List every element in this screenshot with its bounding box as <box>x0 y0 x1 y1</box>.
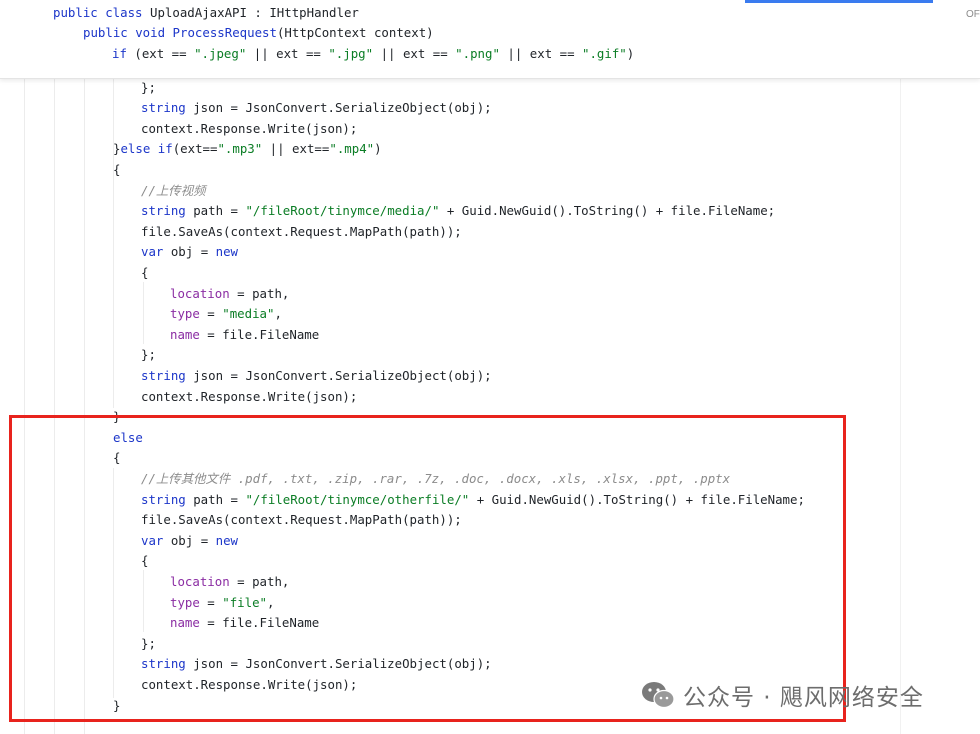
code-line: name = file.FileName <box>170 325 319 345</box>
code-token: json = JsonConvert.SerializeObject(obj); <box>185 100 492 115</box>
code-token: obj = <box>163 244 216 259</box>
code-line: string json = JsonConvert.SerializeObjec… <box>141 98 492 118</box>
code-line: type = "media", <box>170 304 282 324</box>
code-token: }; <box>141 347 156 362</box>
code-token: ".jpg" <box>328 46 374 61</box>
code-token: || ext == <box>246 46 329 61</box>
code-line: { <box>113 160 120 180</box>
highlight-annotation-box <box>9 415 846 722</box>
code-token: || ext == <box>499 46 582 61</box>
code-token: ProcessRequest <box>172 25 277 40</box>
code-line: //上传视频 <box>141 181 205 201</box>
code-token: string <box>141 203 186 218</box>
indent-guide <box>143 282 144 344</box>
code-token: context.Response.Write(json); <box>141 121 358 136</box>
code-token: ".jpeg" <box>194 46 247 61</box>
code-token: (ext== <box>172 141 218 156</box>
indent-guide <box>113 78 114 408</box>
code-token: ".png" <box>455 46 500 61</box>
code-token: public void <box>83 25 166 40</box>
wechat-icon <box>642 682 675 709</box>
code-token: //上传视频 <box>141 183 206 198</box>
code-line: string json = JsonConvert.SerializeObjec… <box>141 366 492 386</box>
code-token: { <box>113 162 121 177</box>
code-token: "media" <box>222 306 275 321</box>
code-token: ) <box>626 46 635 61</box>
code-line: location = path, <box>170 284 289 304</box>
code-token: "/fileRoot/tinymce/media/" <box>245 203 440 218</box>
code-token: (ext == <box>126 46 195 61</box>
code-token: name <box>170 327 200 342</box>
watermark-text: 公众号 · 飓风网络安全 <box>683 685 924 711</box>
code-token: ) <box>374 141 382 156</box>
code-token: context.Response.Write(json); <box>141 389 358 404</box>
code-token: new <box>215 244 238 259</box>
code-line: string path = "/fileRoot/tinymce/media/"… <box>141 201 775 221</box>
code-token: || ext == <box>373 46 456 61</box>
code-line: var obj = new <box>141 242 238 262</box>
code-line: }else if(ext==".mp3" || ext==".mp4") <box>113 139 382 159</box>
code-line: { <box>141 263 148 283</box>
code-token: (HttpContext context) <box>276 25 434 40</box>
code-token: file.SaveAs(context.Request.MapPath(path… <box>141 224 462 239</box>
code-line: context.Response.Write(json); <box>141 387 357 407</box>
code-token: string <box>141 100 186 115</box>
watermark: 公众号 · 飓风网络安全 <box>641 678 924 712</box>
code-token: ".mp3" <box>217 141 263 156</box>
code-token: = path, <box>229 286 290 301</box>
sticky-scope-header: OF public class UploadAjaxAPI : IHttpHan… <box>0 0 980 79</box>
code-token: ".mp4" <box>329 141 375 156</box>
code-token: if <box>112 46 127 61</box>
code-token: = file.FileName <box>199 327 320 342</box>
code-token: path = <box>185 203 246 218</box>
code-token: else if <box>120 141 173 156</box>
active-tab-indicator <box>745 0 933 3</box>
code-line: context.Response.Write(json); <box>141 119 357 139</box>
corner-badge: OF <box>966 9 980 20</box>
sticky-line: if (ext == ".jpeg" || ext == ".jpg" || e… <box>112 44 634 64</box>
code-line: file.SaveAs(context.Request.MapPath(path… <box>141 222 462 242</box>
code-token: }; <box>141 80 156 95</box>
code-token: json = JsonConvert.SerializeObject(obj); <box>185 368 492 383</box>
code-token: location <box>170 286 230 301</box>
code-line: }; <box>141 345 156 365</box>
code-token: type <box>170 306 200 321</box>
sticky-line: public void ProcessRequest(HttpContext c… <box>83 23 434 43</box>
code-token: string <box>141 368 186 383</box>
sticky-line: public class UploadAjaxAPI : IHttpHandle… <box>53 3 359 23</box>
code-token: public class <box>53 5 143 20</box>
code-token: var <box>141 244 164 259</box>
code-token: + Guid.NewGuid().ToString() + file.FileN… <box>439 203 776 218</box>
code-token: , <box>274 306 282 321</box>
code-line: }; <box>141 78 156 98</box>
code-token: { <box>141 265 149 280</box>
code-token: = <box>199 306 223 321</box>
code-token: ".gif" <box>582 46 627 61</box>
code-token: || ext== <box>262 141 330 156</box>
code-token: UploadAjaxAPI : IHttpHandler <box>142 5 359 20</box>
right-margin-line <box>900 78 901 734</box>
